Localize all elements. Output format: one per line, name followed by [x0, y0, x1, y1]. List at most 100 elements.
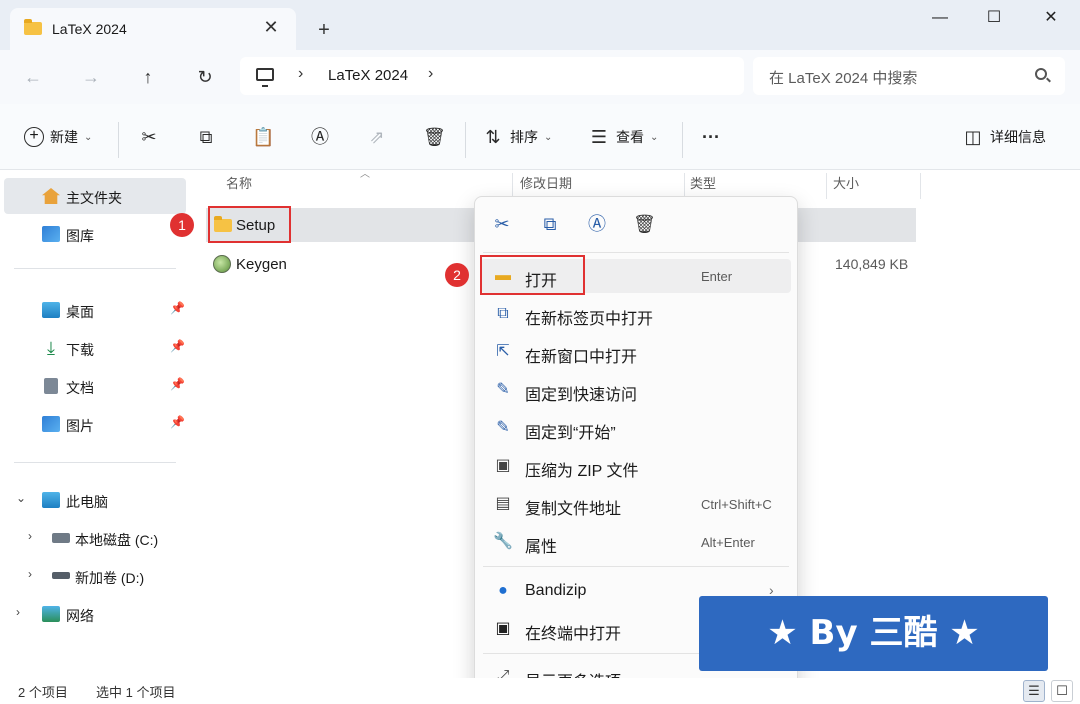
- view-button[interactable]: ☰ 查看 ⌄: [588, 124, 658, 150]
- rename-icon: Ⓐ: [311, 127, 329, 147]
- tab-latex-2024[interactable]: LaTeX 2024 ✕: [10, 8, 296, 50]
- highlight-box-setup: [208, 206, 291, 243]
- pin-icon[interactable]: 📌: [170, 339, 185, 353]
- menu-item-open-new-window[interactable]: ⇱ 在新窗口中打开: [481, 335, 791, 369]
- chevron-down-icon: ⌄: [650, 131, 659, 143]
- sidebar-item-label: 文档: [66, 380, 94, 396]
- menu-item-open-new-tab[interactable]: ⧉ 在新标签页中打开: [481, 297, 791, 331]
- item-count: 2 个项目: [18, 685, 68, 700]
- zip-folder-icon: ▣: [495, 457, 511, 474]
- bandizip-icon: ●: [498, 582, 508, 599]
- sidebar-item-label: 网络: [66, 608, 94, 624]
- menu-item-shortcut: Alt+Enter: [701, 535, 755, 550]
- breadcrumb[interactable]: LaTeX 2024: [328, 67, 408, 84]
- divider: [118, 122, 119, 158]
- close-window-button[interactable]: ✕: [1036, 6, 1066, 30]
- more-options-button[interactable]: ···: [700, 124, 722, 150]
- menu-item-label: 压缩为 ZIP 文件: [525, 463, 639, 480]
- tiles-view-button[interactable]: ☐: [1051, 680, 1073, 702]
- sidebar-item-label: 图片: [66, 418, 94, 434]
- details-view-button[interactable]: ☰: [1023, 680, 1045, 702]
- sort-label: 排序: [510, 129, 538, 145]
- sort-button[interactable]: ⇅ 排序 ⌄: [482, 124, 552, 150]
- pin-icon[interactable]: 📌: [170, 377, 185, 391]
- menu-item-label: 复制文件地址: [525, 501, 622, 518]
- maximize-button[interactable]: ☐: [979, 6, 1009, 30]
- sidebar-item-disk-c[interactable]: › 本地磁盘 (C:): [4, 520, 186, 556]
- rename-button[interactable]: Ⓐ: [309, 124, 331, 150]
- column-header-size[interactable]: 大小: [833, 173, 859, 199]
- search-box[interactable]: 在 LaTeX 2024 中搜索: [753, 57, 1065, 95]
- sidebar-item-documents[interactable]: 文档 📌: [4, 368, 186, 404]
- chevron-down-icon: ⌄: [544, 131, 553, 143]
- copy-button[interactable]: ⧉: [195, 124, 217, 150]
- paste-button[interactable]: 📋: [252, 124, 274, 150]
- chevron-down-icon: ⌄: [84, 131, 93, 143]
- scissors-icon[interactable]: ✂: [491, 213, 513, 235]
- chevron-right-icon[interactable]: ›: [428, 65, 433, 83]
- rename-icon[interactable]: Ⓐ: [586, 213, 608, 235]
- sidebar-item-label: 本地磁盘 (C:): [75, 532, 159, 548]
- pin-icon[interactable]: 📌: [170, 415, 185, 429]
- up-button[interactable]: ↑: [133, 64, 163, 90]
- menu-item-properties[interactable]: 🔧 属性 Alt+Enter: [481, 525, 791, 559]
- share-icon: ⇗: [369, 127, 385, 147]
- computer-icon: [42, 492, 60, 508]
- sidebar-item-pictures[interactable]: 图片 📌: [4, 406, 186, 442]
- network-icon: [42, 606, 60, 622]
- menu-item-label: 固定到快速访问: [525, 387, 638, 404]
- new-button[interactable]: + 新建 ⌄: [24, 124, 92, 150]
- open-new-tab-icon: ⧉: [497, 305, 509, 322]
- sidebar-item-desktop[interactable]: 桌面 📌: [4, 292, 186, 328]
- chevron-right-icon[interactable]: ›: [16, 605, 20, 619]
- address-bar[interactable]: › LaTeX 2024 ›: [240, 57, 744, 95]
- chevron-right-icon[interactable]: ›: [28, 567, 32, 581]
- sidebar-item-label: 图库: [66, 228, 94, 244]
- pin-icon: ✎: [496, 381, 510, 398]
- chevron-right-icon[interactable]: ›: [28, 529, 32, 543]
- chevron-down-icon[interactable]: ⌄: [16, 491, 26, 505]
- column-separator[interactable]: [920, 173, 921, 199]
- new-label: 新建: [50, 129, 78, 145]
- sidebar-item-disk-d[interactable]: › 新加卷 (D:): [4, 558, 186, 594]
- menu-item-shortcut: Enter: [701, 269, 733, 284]
- cut-button[interactable]: ✂: [138, 124, 160, 150]
- menu-item-pin-quick-access[interactable]: ✎ 固定到快速访问: [481, 373, 791, 407]
- forward-button[interactable]: →: [76, 64, 106, 90]
- step-badge-2: 2: [445, 263, 469, 287]
- column-header-name[interactable]: 名称: [226, 173, 252, 199]
- menu-item-compress-zip[interactable]: ▣ 压缩为 ZIP 文件: [481, 449, 791, 483]
- sort-icon: ⇅: [485, 127, 501, 147]
- trash-icon[interactable]: 🗑: [633, 213, 656, 235]
- drive-icon: [52, 533, 70, 543]
- copy-path-icon: ▤: [495, 495, 511, 512]
- divider: [483, 252, 789, 253]
- details-pane-button[interactable]: ◫ 详细信息: [962, 124, 1046, 150]
- menu-item-copy-path[interactable]: ▤ 复制文件地址 Ctrl+Shift+C: [481, 487, 791, 521]
- navigation-bar: ← → ↑ ↻ › LaTeX 2024 › 在 LaTeX 2024 中搜索: [0, 50, 1080, 104]
- pin-icon[interactable]: 📌: [170, 301, 185, 315]
- copy-icon[interactable]: ⧉: [539, 213, 561, 235]
- gallery-icon: [42, 226, 60, 242]
- sidebar-item-label: 桌面: [66, 304, 94, 320]
- sidebar-item-gallery[interactable]: 图库: [4, 216, 186, 252]
- sidebar-item-network[interactable]: › 网络: [4, 596, 186, 632]
- share-button[interactable]: ⇗: [366, 124, 388, 150]
- chevron-right-icon[interactable]: ›: [298, 65, 303, 83]
- watermark-banner: ★ By 三酷 ★: [699, 596, 1048, 671]
- sidebar-item-home[interactable]: 主文件夹: [4, 178, 186, 214]
- refresh-button[interactable]: ↻: [190, 64, 220, 90]
- search-input[interactable]: 在 LaTeX 2024 中搜索: [769, 67, 917, 88]
- sidebar-item-this-pc[interactable]: ⌄ 此电脑: [4, 482, 186, 518]
- back-button[interactable]: ←: [18, 64, 48, 90]
- new-tab-button[interactable]: +: [312, 18, 336, 42]
- delete-button[interactable]: 🗑: [423, 124, 446, 150]
- tab-close-button[interactable]: ✕: [260, 16, 282, 38]
- menu-item-pin-start[interactable]: ✎ 固定到“开始”: [481, 411, 791, 445]
- menu-item-label: 固定到“开始”: [525, 425, 616, 442]
- step-badge-1: 1: [170, 213, 194, 237]
- column-separator[interactable]: [826, 173, 827, 199]
- more-icon: ···: [702, 127, 720, 147]
- sidebar-item-downloads[interactable]: ⤓ 下载 📌: [4, 330, 186, 366]
- minimize-button[interactable]: —: [925, 6, 955, 30]
